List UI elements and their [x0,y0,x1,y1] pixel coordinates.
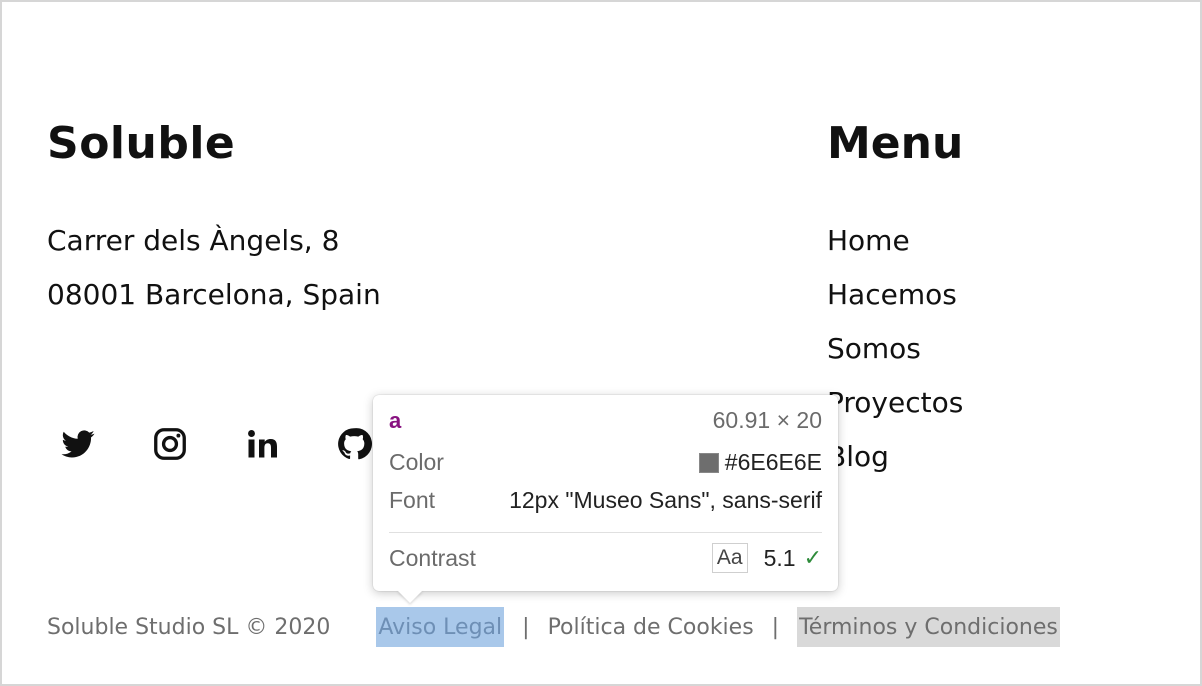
font-label: Font [389,487,436,513]
footer-separator: | [522,614,530,640]
copyright-text: Soluble Studio SL © 2020 [47,614,331,640]
contrast-value: 5.1 [763,544,796,571]
tooltip-font-row: Font 12px "Museo Sans", sans-serif [389,487,822,514]
tooltip-header: a 60.91 × 20 [389,407,822,434]
tooltip-arrow [397,590,423,603]
politica-cookies-link[interactable]: Política de Cookies [548,607,754,647]
menu-item-blog[interactable]: Blog [827,430,963,484]
address-city: 08001 Barcelona, Spain [47,278,381,311]
footer-separator: | [771,614,780,640]
brand-title: Soluble [47,118,236,169]
address-street: Carrer dels Àngels, 8 [47,224,340,257]
twitter-icon[interactable] [58,422,150,466]
instagram-icon[interactable] [150,422,242,466]
tooltip-contrast-row: Contrast Aa 5.1 ✓ [389,543,822,573]
color-value: #6E6E6E [724,449,822,475]
address-block: Carrer dels Àngels, 8 08001 Barcelona, S… [47,214,381,322]
check-icon: ✓ [803,545,822,570]
tooltip-color-row: Color #6E6E6E [389,449,822,476]
social-links [58,422,426,466]
color-value-wrap: #6E6E6E [698,449,822,476]
contrast-label: Contrast [389,544,476,571]
menu-title: Menu [827,118,964,169]
element-dimensions: 60.91 × 20 [712,407,822,433]
font-value: 12px "Museo Sans", sans-serif [509,487,822,513]
terminos-condiciones-link[interactable]: Términos y Condiciones [797,607,1060,647]
inspector-tooltip: a 60.91 × 20 Color #6E6E6E Font 12px "Mu… [373,395,838,603]
menu-item-home[interactable]: Home [827,214,963,268]
contrast-badge: Aa [711,543,748,573]
menu-item-somos[interactable]: Somos [827,322,963,376]
menu-list: Home Hacemos Somos Proyectos Blog [827,214,963,484]
footer-bar: Soluble Studio SL © 2020 Aviso Legal | P… [47,607,1060,647]
menu-item-proyectos[interactable]: Proyectos [827,376,963,430]
menu-item-hacemos[interactable]: Hacemos [827,268,963,322]
linkedin-icon[interactable] [242,422,334,466]
contrast-value-wrap: Aa 5.1 ✓ [711,543,822,573]
element-tag: a [389,407,402,433]
aviso-legal-link[interactable]: Aviso Legal [376,607,505,647]
color-swatch-icon [698,452,719,473]
tooltip-divider [389,532,822,533]
color-label: Color [389,449,444,475]
